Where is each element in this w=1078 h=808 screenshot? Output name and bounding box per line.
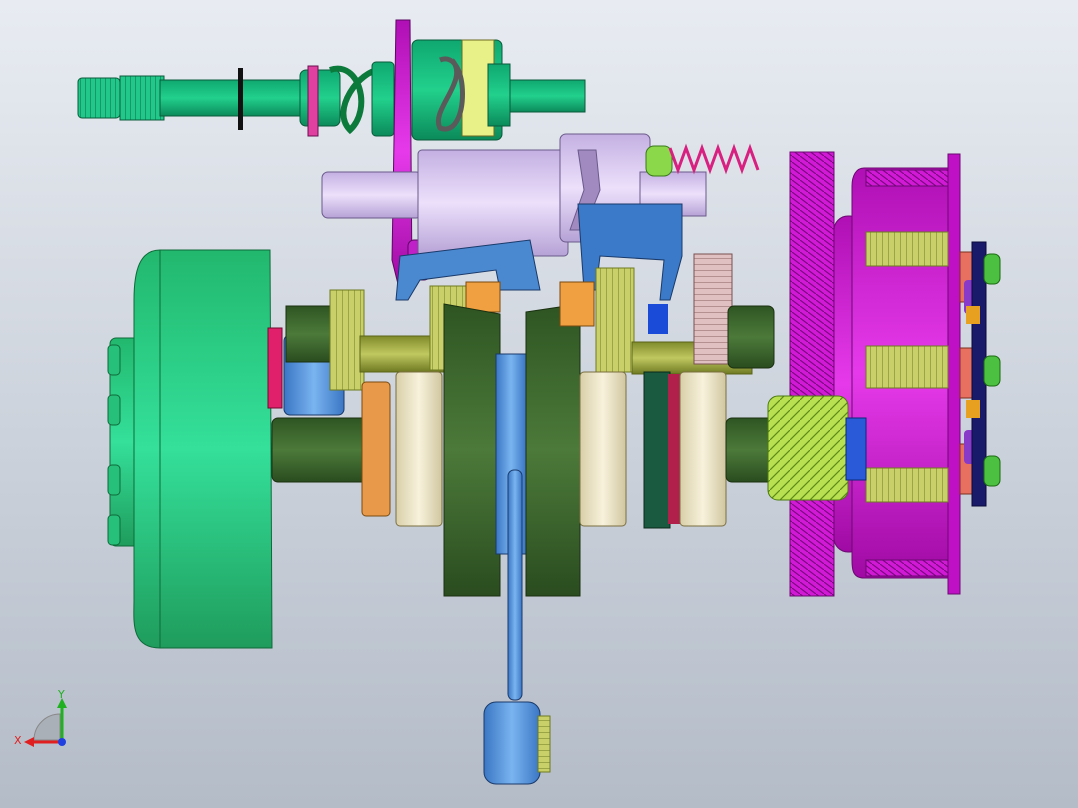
primary-drive-gear[interactable] xyxy=(767,395,849,501)
circlip[interactable] xyxy=(238,68,243,130)
x-axis-head xyxy=(24,737,34,747)
shift-drum-left[interactable] xyxy=(321,171,423,219)
bolt-head-3[interactable] xyxy=(983,455,1001,487)
nut-2[interactable] xyxy=(966,400,980,418)
main-bearing-3[interactable] xyxy=(679,371,727,527)
shift-drum-body[interactable] xyxy=(417,149,569,257)
shift-drum[interactable] xyxy=(321,133,760,257)
transmission-assembly-model[interactable]: Y X xyxy=(0,0,1078,808)
shaft-bushing[interactable] xyxy=(727,305,775,369)
shaft-collar[interactable] xyxy=(299,69,341,127)
clutch-plate-2[interactable] xyxy=(865,345,949,389)
bolt-head-1[interactable] xyxy=(983,253,1001,285)
clutch-plate-3[interactable] xyxy=(865,467,949,503)
gear-4[interactable] xyxy=(559,281,595,327)
clutch-pressure-plate[interactable] xyxy=(947,153,961,595)
oil-seal[interactable] xyxy=(643,371,671,529)
shaft-tail[interactable] xyxy=(499,79,586,113)
drum-cap[interactable] xyxy=(645,145,673,177)
primary-gear[interactable] xyxy=(329,289,365,391)
rod-beam[interactable] xyxy=(507,469,523,701)
detent-spring[interactable] xyxy=(668,143,760,175)
shaft-washer[interactable] xyxy=(307,65,319,137)
piston-pin-boss[interactable] xyxy=(483,701,541,785)
bolt-4[interactable] xyxy=(107,514,121,546)
cad-viewport[interactable]: Y X xyxy=(0,0,1078,808)
bolt-1[interactable] xyxy=(107,344,121,376)
crank-web-left[interactable] xyxy=(443,303,501,597)
bolt-2[interactable] xyxy=(107,394,121,426)
rotor-spacer[interactable] xyxy=(267,327,283,409)
gear-5[interactable] xyxy=(595,267,635,373)
main-bearing-2[interactable] xyxy=(579,371,627,527)
fork-pin[interactable] xyxy=(648,304,668,334)
spring-seat[interactable] xyxy=(371,61,395,137)
crankshaft[interactable] xyxy=(271,253,787,597)
basket-rim-bottom[interactable] xyxy=(865,559,949,577)
gear-6[interactable] xyxy=(693,253,733,365)
z-axis-dot xyxy=(58,738,66,746)
shift-shaft[interactable] xyxy=(159,79,311,117)
primary-driven-gear[interactable] xyxy=(789,151,835,597)
coordinate-triad: Y X xyxy=(14,688,67,747)
cam-collar[interactable] xyxy=(487,63,511,127)
spline-end-right[interactable] xyxy=(119,75,165,121)
nut-1[interactable] xyxy=(966,306,980,324)
gear-3[interactable] xyxy=(465,281,501,313)
bolt-3[interactable] xyxy=(107,464,121,496)
basket-rim-top[interactable] xyxy=(865,169,949,187)
flywheel-rotor[interactable] xyxy=(133,249,273,649)
bolt-head-2[interactable] xyxy=(983,355,1001,387)
x-axis-label: X xyxy=(14,734,22,747)
pin-clip[interactable] xyxy=(537,715,551,773)
drive-gear-nut[interactable] xyxy=(845,417,867,481)
clutch-plate-1[interactable] xyxy=(865,231,949,267)
y-axis-label: Y xyxy=(57,688,65,701)
triad-plane xyxy=(33,713,61,741)
shaft-sleeve[interactable] xyxy=(285,305,335,363)
clutch-assembly[interactable] xyxy=(767,151,1001,597)
spline-end-left[interactable] xyxy=(77,77,121,119)
generator-rotor[interactable] xyxy=(107,249,283,649)
crank-web-right[interactable] xyxy=(525,303,581,597)
main-bearing-1[interactable] xyxy=(395,371,443,527)
thrust-washer[interactable] xyxy=(361,381,391,517)
